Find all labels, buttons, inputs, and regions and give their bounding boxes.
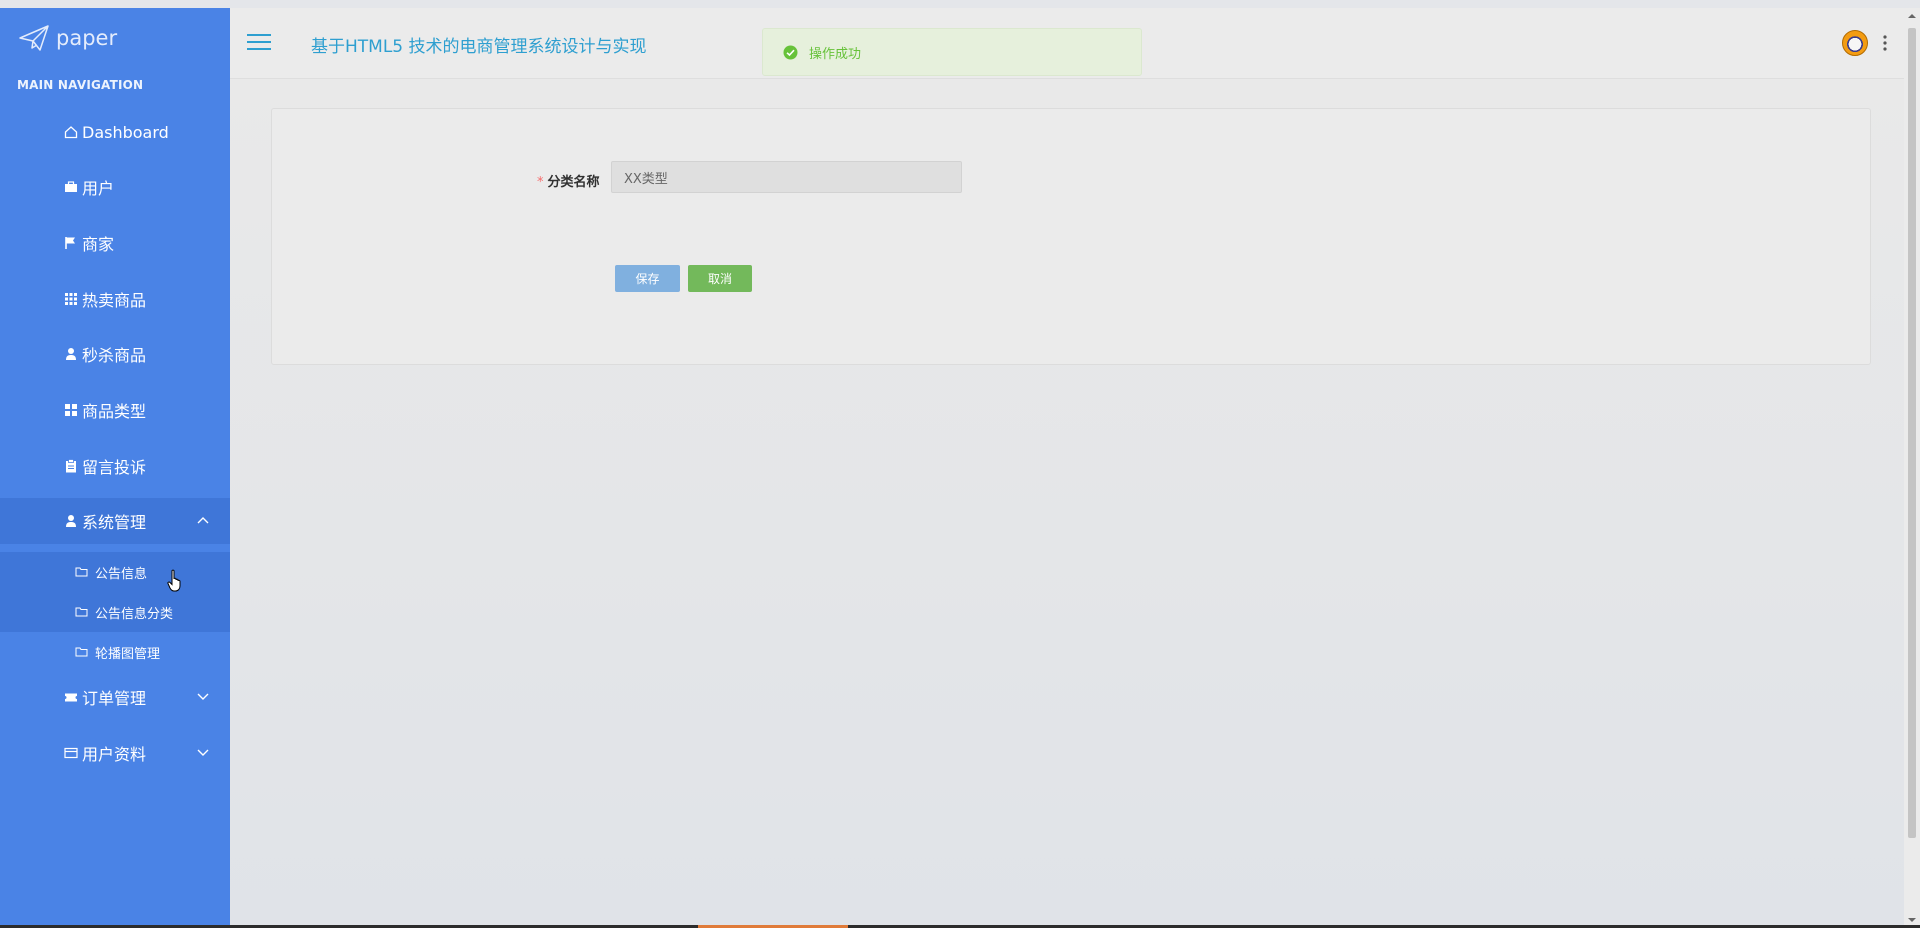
- card-icon: [63, 745, 79, 761]
- sidebar-item-label: 系统管理: [82, 513, 147, 532]
- user-icon: [63, 346, 79, 362]
- sidebar-subitem-label: 公告信息分类: [95, 606, 174, 622]
- sidebar-item-label: 商品类型: [82, 402, 147, 421]
- sidebar-item-label: 商家: [82, 235, 115, 254]
- required-marker: *: [537, 175, 544, 190]
- briefcase-icon: [63, 179, 79, 195]
- hand-cursor-icon: [167, 569, 181, 592]
- chevron-up-icon: [197, 517, 209, 524]
- grid-icon: [63, 291, 79, 307]
- folder-icon: [75, 605, 89, 619]
- sidebar-item-label: 留言投诉: [82, 458, 147, 477]
- sidebar-subitem-label: 轮播图管理: [95, 646, 161, 662]
- apps-icon: [63, 402, 79, 418]
- form-card: *分类名称 保存 取消: [271, 108, 1871, 365]
- sidebar-item-user-profile[interactable]: 用户资料: [0, 730, 230, 776]
- app-title: 基于HTML5 技术的电商管理系统设计与实现: [311, 37, 647, 57]
- scrollbar-thumb[interactable]: [1908, 28, 1916, 838]
- chevron-down-icon: [197, 749, 209, 756]
- home-icon: [63, 124, 79, 140]
- sidebar-item-feedback[interactable]: 留言投诉: [0, 443, 230, 489]
- nav-header: MAIN NAVIGATION: [17, 78, 144, 92]
- sidebar-item-merchants[interactable]: 商家: [0, 220, 230, 266]
- ticket-icon: [63, 689, 79, 705]
- sidebar-item-label: Dashboard: [82, 122, 169, 142]
- save-button[interactable]: 保存: [615, 265, 680, 292]
- sidebar-subitem-announcements[interactable]: 公告信息: [0, 552, 254, 592]
- toast-message: 操作成功: [809, 46, 862, 62]
- sidebar-item-users[interactable]: 用户: [0, 164, 230, 210]
- category-name-label: * 分类名称: [537, 175, 600, 190]
- sidebar-item-system-management[interactable]: 系统管理: [0, 498, 264, 544]
- paper-plane-icon: [19, 25, 49, 51]
- category-name-input[interactable]: [611, 161, 962, 193]
- sidebar-item-label: 订单管理: [82, 689, 147, 708]
- folder-icon: [75, 645, 89, 659]
- sidebar-item-label: 秒杀商品: [82, 346, 147, 365]
- scroll-up-icon[interactable]: [1907, 12, 1917, 20]
- sidebar-item-hot-products[interactable]: 热卖商品: [0, 276, 230, 322]
- more-vertical-icon[interactable]: [1882, 34, 1888, 52]
- scroll-down-icon[interactable]: [1907, 916, 1917, 924]
- hamburger-menu-icon[interactable]: [246, 32, 272, 52]
- cancel-button[interactable]: 取消: [688, 265, 752, 292]
- brand-name: paper: [56, 26, 118, 50]
- sidebar-subitem-carousel[interactable]: 轮播图管理: [0, 632, 230, 672]
- sidebar-item-product-types[interactable]: 商品类型: [0, 387, 230, 433]
- sidebar-item-label: 用户: [82, 179, 115, 198]
- folder-icon: [75, 565, 89, 579]
- sidebar-item-orders[interactable]: 订单管理: [0, 674, 230, 720]
- success-toast: 操作成功: [762, 28, 1142, 76]
- topbar: 基于HTML5 技术的电商管理系统设计与实现 操作成功: [230, 8, 1904, 79]
- main-content: *分类名称 保存 取消: [230, 79, 1904, 928]
- clipboard-icon: [63, 458, 79, 474]
- sidebar-item-label: 热卖商品: [82, 291, 147, 310]
- sidebar-item-label: 用户资料: [82, 745, 147, 764]
- brand-logo[interactable]: paper: [18, 24, 117, 52]
- check-circle-icon: [783, 45, 798, 59]
- sidebar: paper MAIN NAVIGATION Dashboard 用户 商家 热卖…: [0, 8, 264, 928]
- user-icon: [63, 513, 79, 529]
- flag-icon: [63, 235, 79, 251]
- page-scrollbar[interactable]: [1904, 8, 1920, 928]
- sidebar-item-flash-sale[interactable]: 秒杀商品: [0, 331, 230, 377]
- sidebar-subitem-announcement-categories[interactable]: 公告信息分类: [0, 592, 254, 632]
- sidebar-item-dashboard[interactable]: Dashboard: [0, 109, 230, 155]
- sidebar-subitem-label: 公告信息: [95, 566, 148, 582]
- chevron-down-icon: [197, 693, 209, 700]
- avatar[interactable]: [1842, 30, 1868, 56]
